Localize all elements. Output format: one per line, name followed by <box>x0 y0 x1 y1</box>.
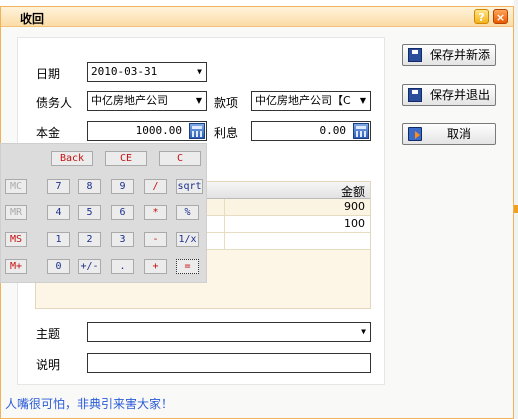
chevron-down-icon: ▼ <box>357 92 366 110</box>
calc-key[interactable]: 4 <box>47 205 70 220</box>
amount-cell: 900 <box>344 200 365 213</box>
principal-input[interactable]: 1000.00 <box>87 121 207 141</box>
interest-input[interactable]: 0.00 <box>251 121 371 141</box>
interest-value: 0.00 <box>319 124 347 137</box>
calc-key[interactable]: / <box>144 179 167 194</box>
calc-key[interactable]: 3 <box>111 232 134 247</box>
calc-key[interactable]: 1 <box>47 232 70 247</box>
debtor-label: 债务人 <box>36 96 73 110</box>
debtor-select[interactable]: 中亿房地产公司 ▼ <box>87 91 207 111</box>
calc-key-mr[interactable]: MR <box>5 205 27 220</box>
calc-key[interactable]: 6 <box>111 205 134 220</box>
amount-column-header: 金额 <box>340 185 365 199</box>
account-value: 中亿房地产公司【C <box>255 94 351 107</box>
principal-value: 1000.00 <box>135 124 182 137</box>
calc-key-back[interactable]: Back <box>51 151 93 166</box>
calc-key-ms[interactable]: MS <box>5 232 27 247</box>
calc-key[interactable]: 7 <box>47 179 70 194</box>
calc-key[interactable]: - <box>144 232 167 247</box>
amount-cell: 100 <box>344 217 365 230</box>
chevron-down-icon: ▼ <box>197 67 202 76</box>
chevron-down-icon: ▼ <box>361 327 366 336</box>
calc-key[interactable]: 0 <box>47 259 70 274</box>
date-picker[interactable]: 2010-03-31 ▼ <box>87 62 207 82</box>
calc-key[interactable]: * <box>144 205 167 220</box>
floppy-disk-icon <box>408 88 422 102</box>
save-and-new-label: 保存并新添 <box>430 48 491 62</box>
help-icon[interactable]: ? <box>474 9 489 24</box>
calc-key[interactable]: % <box>176 205 199 220</box>
calc-key[interactable]: 2 <box>78 232 101 247</box>
cancel-label: 取消 <box>447 127 472 141</box>
subject-select[interactable]: ▼ <box>87 322 371 342</box>
debtor-value: 中亿房地产公司 <box>91 94 168 107</box>
calc-key[interactable]: 8 <box>78 179 101 194</box>
principal-label: 本金 <box>36 126 61 140</box>
calc-key[interactable]: 9 <box>111 179 134 194</box>
calc-key-mc[interactable]: MC <box>5 179 27 194</box>
background-strip <box>514 0 518 419</box>
calculator-icon[interactable] <box>353 123 369 139</box>
calc-key[interactable]: 5 <box>78 205 101 220</box>
note-input[interactable] <box>87 353 371 373</box>
calc-key-c[interactable]: C <box>159 151 201 166</box>
calc-key[interactable]: + <box>144 259 167 274</box>
subject-label: 主题 <box>36 327 61 341</box>
note-label: 说明 <box>36 358 61 372</box>
save-and-new-button[interactable]: 保存并新添 <box>402 44 496 66</box>
calc-key-ce[interactable]: CE <box>105 151 147 166</box>
footer-slogan: 人嘴很可怕，非典引来害大家！ <box>5 397 174 411</box>
calc-key[interactable]: = <box>176 259 199 274</box>
save-and-exit-label: 保存并退出 <box>430 88 491 102</box>
title-bar: 收回 ? × <box>1 7 513 27</box>
date-label: 日期 <box>36 67 61 81</box>
floppy-disk-icon <box>408 48 422 62</box>
dialog-title: 收回 <box>20 12 45 26</box>
calc-key[interactable]: 1/x <box>176 232 199 247</box>
calculator-popup: Back CE C MC MR MS M+ 7 8 9 / sqrt 4 5 6… <box>0 143 207 283</box>
calculator-icon[interactable] <box>189 123 205 139</box>
account-select[interactable]: 中亿房地产公司【C ▼ <box>251 91 371 111</box>
calc-key[interactable]: +/- <box>78 259 101 274</box>
account-label: 款项 <box>214 96 239 110</box>
chevron-down-icon: ▼ <box>195 96 202 105</box>
exit-door-icon <box>408 127 422 141</box>
interest-label: 利息 <box>214 126 239 140</box>
date-value: 2010-03-31 <box>91 65 158 78</box>
calc-key[interactable]: sqrt <box>176 179 203 194</box>
save-and-exit-button[interactable]: 保存并退出 <box>402 84 496 106</box>
close-icon[interactable]: × <box>493 9 508 24</box>
cancel-button[interactable]: 取消 <box>402 123 496 145</box>
calc-key-mplus[interactable]: M+ <box>5 259 27 274</box>
calc-key[interactable]: . <box>111 259 134 274</box>
